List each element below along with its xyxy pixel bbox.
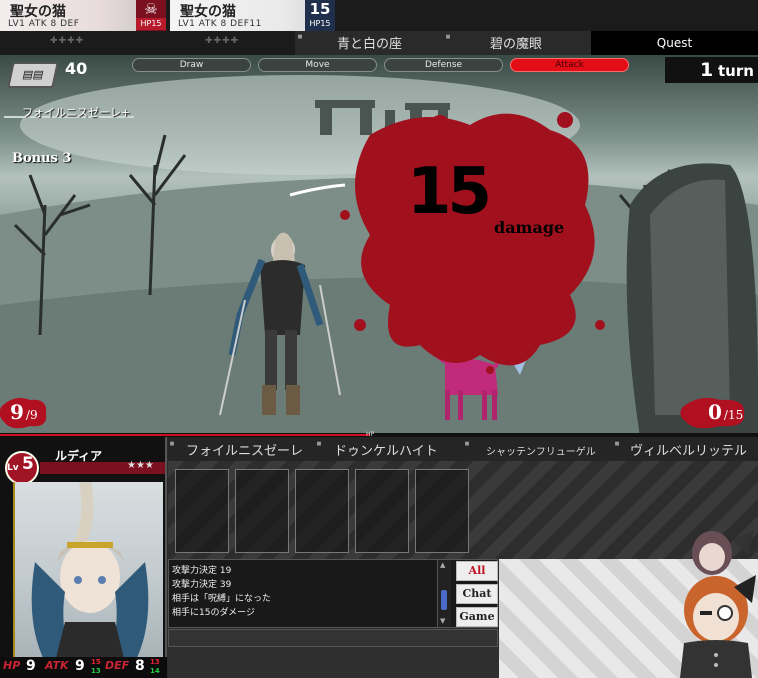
- player2-hp-label: HP15: [309, 19, 331, 28]
- phase-bar: Draw Move Defense Attack: [132, 58, 629, 72]
- tab-card-4[interactable]: ヴィルベルリッテル: [630, 440, 747, 459]
- tab-card-1[interactable]: フォイルニスゼーレ: [186, 440, 303, 459]
- battle-scene: 15 damage Draw Move Defense Attack 1 tur…: [0, 55, 758, 437]
- hp-left-max: 9: [29, 408, 38, 422]
- def-bonus-bottom: 14: [150, 667, 160, 675]
- log-line: 攻撃力決定 19: [172, 566, 232, 576]
- character-name: ルディア: [55, 449, 103, 463]
- card-slot[interactable]: [295, 469, 349, 553]
- damage-label: damage: [494, 218, 565, 237]
- zone-bar: ■ 青と白の座 ■ 碧の魔眼: [295, 31, 591, 55]
- log-tab-chat[interactable]: Chat: [456, 584, 498, 604]
- zone-left[interactable]: 青と白の座: [337, 33, 402, 52]
- player-avatars: [680, 530, 756, 678]
- hp-right-current: 0: [708, 400, 722, 424]
- hp-left-current: 9: [10, 400, 24, 424]
- hp-left: 9/9: [0, 398, 47, 429]
- level-label: Lv: [7, 463, 19, 473]
- player2-name: 聖女の猫: [180, 4, 236, 20]
- portrait-art: [31, 482, 149, 662]
- atk-stat-label: ATK: [45, 659, 69, 672]
- phase-move[interactable]: Move: [258, 58, 377, 72]
- def-stat-label: DEF: [105, 659, 130, 672]
- character-card[interactable]: Lv 5 ルディア ★★★ HP 9 ATK 9 15 13 DEF 8 13 …: [0, 437, 167, 678]
- phase-attack[interactable]: Attack: [510, 58, 629, 72]
- atk-bonus-top: 15: [91, 658, 101, 666]
- scroll-down-icon[interactable]: ▼: [440, 617, 445, 625]
- hand-card-area: [168, 461, 758, 559]
- player1-hp-label: HP15: [136, 18, 166, 30]
- skull-icon: ☠: [144, 0, 158, 18]
- hp-stat-label: HP: [3, 659, 21, 672]
- tab-tag-2: ■: [316, 441, 322, 447]
- phase-draw[interactable]: Draw: [132, 58, 251, 72]
- scroll-up-icon[interactable]: ▲: [440, 561, 445, 569]
- tab-tag-1: ■: [169, 441, 175, 447]
- hp-stat-value: 9: [26, 658, 36, 674]
- zone-tag-right: ■: [445, 34, 451, 40]
- player2-hp-value: 15: [309, 0, 331, 18]
- card-slot[interactable]: [355, 469, 409, 553]
- log-tab-all[interactable]: All: [456, 561, 498, 581]
- character-stats: HP 9 ATK 9 15 13 DEF 8 13 14: [0, 657, 167, 678]
- player2-hp-box: 15 HP15: [305, 0, 335, 31]
- quest-button[interactable]: Quest: [591, 31, 758, 55]
- turn-counter: 1 turn: [665, 57, 758, 83]
- player1-dots: ✚✚✚✚: [50, 36, 85, 46]
- tab-card-3[interactable]: シャッテンフリューゲル: [486, 443, 596, 458]
- zone-right[interactable]: 碧の魔眼: [490, 33, 542, 52]
- deck-count: 40: [65, 59, 88, 78]
- log-tab-game[interactable]: Game: [456, 607, 498, 627]
- skill-name: フォイルニスゼーレ+: [22, 106, 131, 119]
- deck-icon[interactable]: ▤▤: [7, 62, 59, 88]
- player1-stats: LV1 ATK 8 DEF: [8, 19, 80, 29]
- card-slot[interactable]: [415, 469, 469, 553]
- player2-dots: ✚✚✚✚: [205, 36, 240, 46]
- turn-number: 1: [700, 59, 714, 81]
- bonus-label: Bonus 3: [12, 151, 72, 166]
- tab-tag-4: ■: [614, 441, 620, 447]
- log-line: 相手は「呪縛」になった: [172, 594, 272, 604]
- chat-input[interactable]: [168, 629, 498, 647]
- tab-card-2[interactable]: ドゥンケルハイト: [334, 440, 438, 459]
- def-stat-value: 8: [135, 658, 145, 674]
- rarity-stars: ★★★: [127, 460, 154, 471]
- player1-hp-box: ☠ HP15: [136, 0, 166, 31]
- atk-stat-value: 9: [75, 658, 85, 674]
- hp-left-splash: [0, 398, 47, 429]
- player2-card[interactable]: 聖女の猫 LV1 ATK 8 DEF11 15 HP15: [170, 0, 335, 31]
- log-line: 攻撃力決定 39: [172, 580, 232, 590]
- level-value: 5: [22, 454, 34, 474]
- character-portrait: [13, 482, 163, 662]
- def-bonus-top: 13: [150, 658, 160, 666]
- hp-bar-fill: [0, 434, 370, 436]
- zone-tag-left: ■: [297, 34, 303, 40]
- log-scroll-thumb[interactable]: [441, 590, 447, 610]
- damage-blood-splash: [340, 112, 605, 374]
- atk-bonus-bottom: 13: [91, 667, 101, 675]
- log-line: 相手に15のダメージ: [172, 608, 256, 618]
- damage-number: 15: [407, 155, 492, 229]
- turn-label: turn: [718, 62, 754, 80]
- hp-right-max: 15: [727, 408, 744, 422]
- card-slot[interactable]: [175, 469, 229, 553]
- player2-stats: LV1 ATK 8 DEF11: [178, 19, 262, 29]
- phase-defense[interactable]: Defense: [384, 58, 503, 72]
- tab-tag-3: ■: [464, 441, 470, 447]
- card-slot[interactable]: [235, 469, 289, 553]
- player1-card[interactable]: 聖女の猫 LV1 ATK 8 DEF ☠ HP15: [0, 0, 166, 31]
- hp-right: 0/15: [680, 398, 745, 429]
- player1-name: 聖女の猫: [10, 4, 66, 20]
- card-tabs: ■ フォイルニスゼーレ ■ ドゥンケルハイト ■ シャッテンフリューゲル ■ ヴ…: [168, 437, 758, 461]
